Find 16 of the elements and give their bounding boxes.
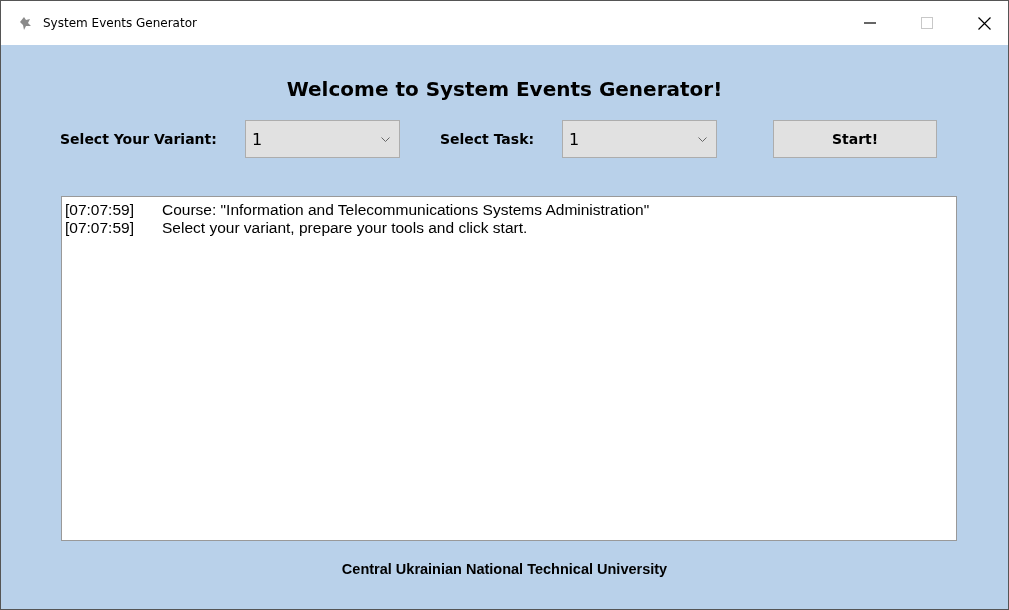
- welcome-heading: Welcome to System Events Generator!: [286, 77, 723, 101]
- log-timestamp: [07:07:59]: [65, 219, 135, 237]
- start-button[interactable]: Start!: [773, 120, 938, 158]
- window-title: System Events Generator: [43, 16, 197, 30]
- close-icon[interactable]: [978, 16, 991, 30]
- log-message: Course: "Information and Telecommunications Systems Administration": [162, 201, 650, 219]
- log-message: Select your variant, prepare your tools and click start.: [162, 219, 528, 237]
- log-timestamp: [07:07:59]: [65, 201, 135, 219]
- chevron-icon: [698, 136, 708, 142]
- task-dropdown[interactable]: 1: [562, 120, 718, 158]
- footer-text: Central Ukrainian National Technical University: [341, 561, 668, 577]
- variant-label: Select Your Variant:: [60, 131, 217, 147]
- variant-dropdown[interactable]: 1: [244, 120, 400, 158]
- task-label: Select Task:: [439, 131, 535, 147]
- app-icon: [17, 15, 33, 31]
- chevron-icon: [380, 136, 390, 142]
